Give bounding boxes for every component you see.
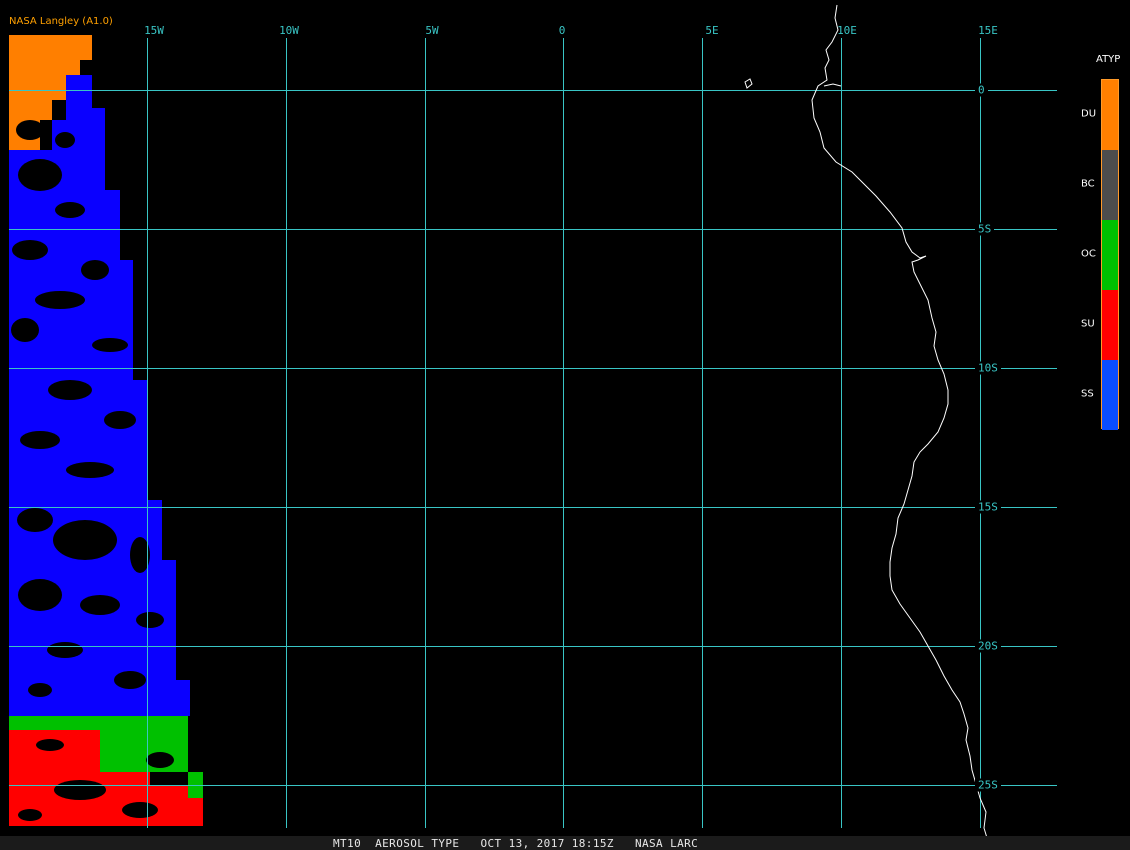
- map-canvas: [9, 4, 1057, 849]
- legend-swatch-su: [1102, 290, 1118, 360]
- lon-label-10e: 10E: [837, 24, 857, 37]
- legend-label-su: SU: [1081, 318, 1095, 330]
- status-bar: MT10 AEROSOL TYPE OCT 13, 2017 18:15Z NA…: [0, 836, 1130, 850]
- lon-label-15e: 15E: [978, 24, 998, 37]
- product-caption: MT10 AEROSOL TYPE OCT 13, 2017 18:15Z NA…: [333, 837, 699, 850]
- aerosol-swath: [9, 35, 203, 826]
- lat-label-10s: 10S: [975, 361, 1001, 375]
- lon-label-5w: 5W: [425, 24, 439, 37]
- legend-label-du: DU: [1081, 108, 1097, 120]
- lon-label-5e: 5E: [705, 24, 719, 37]
- legend-swatch-oc: [1102, 220, 1118, 290]
- legend-label-oc: OC: [1081, 248, 1096, 260]
- legend-swatch-du: [1102, 80, 1118, 150]
- lat-label-25s: 25S: [975, 778, 1001, 792]
- lon-label-15w: 15W: [144, 24, 164, 37]
- lat-label-5s: 5S: [975, 222, 995, 236]
- legend-label-bc: BC: [1081, 178, 1095, 190]
- legend-label-ss: SS: [1081, 388, 1094, 400]
- lat-label-15s: 15S: [975, 500, 1001, 514]
- lat-label-20s: 20S: [975, 639, 1001, 653]
- lat-label-0: 0: [975, 83, 988, 97]
- legend-swatch-bc: [1102, 150, 1118, 220]
- legend-color-bar: [1101, 79, 1119, 430]
- legend-swatch-ss: [1102, 360, 1118, 430]
- coastline: [744, 4, 991, 849]
- lon-label-0: 0: [558, 24, 566, 37]
- legend-title: ATYP: [1096, 54, 1121, 65]
- lon-label-10w: 10W: [279, 24, 299, 37]
- credit-label: NASA Langley (A1.0): [9, 16, 113, 27]
